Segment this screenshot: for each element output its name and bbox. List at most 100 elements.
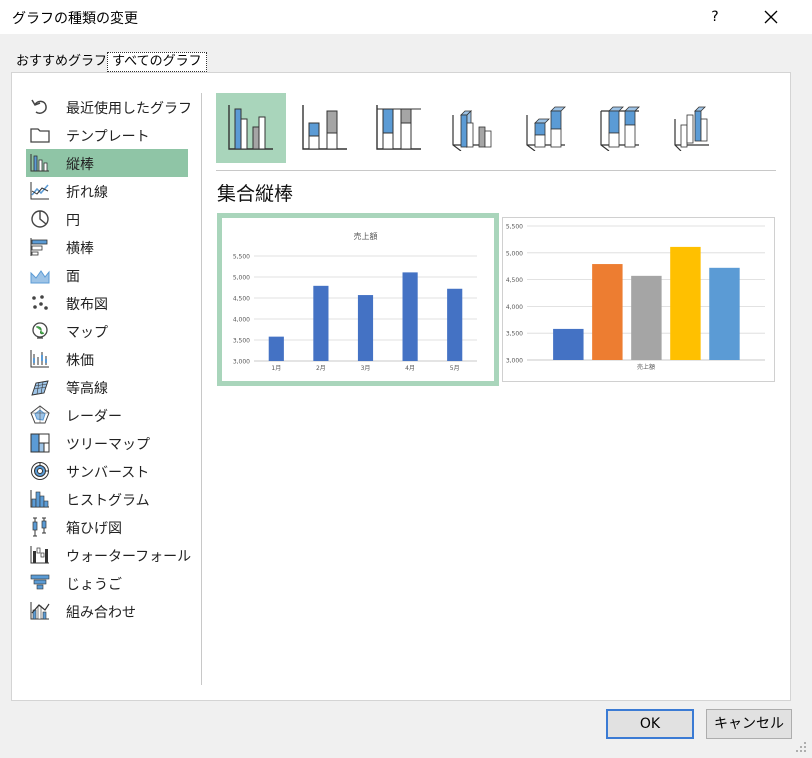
funnel-chart-icon xyxy=(30,574,50,590)
cancel-button[interactable]: キャンセル xyxy=(706,709,792,739)
sidebar-item-label: ウォーターフォール xyxy=(66,549,192,565)
sidebar-item-map[interactable]: マップ xyxy=(26,317,188,345)
subtype-3d-column[interactable] xyxy=(660,93,730,163)
subtype-stacked-column[interactable] xyxy=(290,93,360,163)
sidebar-item-label: 横棒 xyxy=(66,241,94,257)
chart-preview-by-series[interactable]: 3,000 3,500 4,000 4,500 5,000 5,500 売上額 xyxy=(502,217,775,382)
sidebar-item-histogram[interactable]: ヒストグラム xyxy=(26,485,188,513)
tab-all-charts[interactable]: すべてのグラフ xyxy=(107,52,207,72)
stacked-column-icon xyxy=(302,105,347,150)
bar xyxy=(592,264,623,360)
surface-chart-icon xyxy=(31,380,49,396)
chart-type-panel: 最近使用したグラフ テンプレート 縦棒 折れ線 円 横棒 面 散布図 マップ 株… xyxy=(11,72,791,701)
ok-button[interactable]: OK xyxy=(606,709,694,739)
bar xyxy=(670,246,701,360)
bar xyxy=(709,267,740,360)
subtype-3d-clustered-column[interactable] xyxy=(438,93,508,163)
dialog-title: グラフの種類の変更 xyxy=(12,11,138,27)
chart-preview-by-month[interactable]: 3,000 3,500 4,000 4,500 5,000 5,500 売上額 1月 2月 3月 4… xyxy=(217,213,499,386)
bar xyxy=(553,328,584,360)
sidebar-item-funnel[interactable]: じょうご xyxy=(26,569,188,597)
pie-chart-icon xyxy=(31,210,49,228)
sidebar-item-treemap[interactable]: ツリーマップ xyxy=(26,429,188,457)
sidebar-item-label: 組み合わせ xyxy=(66,605,136,621)
sidebar-item-label: ヒストグラム xyxy=(66,493,150,509)
histogram-chart-icon xyxy=(30,490,49,508)
sidebar-item-label: 折れ線 xyxy=(66,185,108,201)
subtype-clustered-column[interactable] xyxy=(216,93,286,163)
y-tick-label: 5,500 xyxy=(506,224,523,231)
sidebar-item-recent[interactable]: 最近使用したグラフ xyxy=(26,93,192,121)
sidebar-item-sunburst[interactable]: サンバースト xyxy=(26,457,188,485)
sidebar-item-waterfall[interactable]: ウォーターフォール xyxy=(26,541,192,569)
sunburst-chart-icon xyxy=(31,462,49,480)
sidebar-item-label: 面 xyxy=(66,269,80,285)
resize-grip-icon[interactable] xyxy=(794,740,808,754)
sidebar-item-label: 最近使用したグラフ xyxy=(66,101,192,117)
x-tick-label: 4月 xyxy=(405,365,415,372)
close-icon xyxy=(764,10,778,24)
subtype-stacked-100-column[interactable] xyxy=(364,93,434,163)
sidebar-item-label: 株価 xyxy=(66,353,94,369)
x-tick-label: 5月 xyxy=(450,365,460,372)
sidebar-item-label: 円 xyxy=(66,213,80,229)
y-tick-label: 3,000 xyxy=(506,358,523,365)
treemap-chart-icon xyxy=(30,433,50,453)
folder-icon xyxy=(30,128,50,143)
3d-column-icon xyxy=(674,106,709,151)
sidebar-item-label: サンバースト xyxy=(66,465,150,481)
chart-subtype-gallery xyxy=(216,93,776,163)
bar xyxy=(447,288,463,361)
sidebar-item-label: じょうご xyxy=(66,577,122,593)
title-bar: グラフの種類の変更 ? xyxy=(0,0,812,34)
sidebar-item-box-whisker[interactable]: 箱ひげ図 xyxy=(26,513,188,541)
bar xyxy=(268,336,284,361)
x-tick-label: 2月 xyxy=(316,365,326,372)
sidebar-item-bar[interactable]: 横棒 xyxy=(26,233,188,261)
bar xyxy=(402,272,418,361)
radar-chart-icon xyxy=(30,405,50,424)
sidebar-item-label: 等高線 xyxy=(66,381,108,397)
close-button[interactable] xyxy=(752,3,790,31)
x-tick-label: 売上額 xyxy=(637,363,655,371)
undo-icon xyxy=(31,99,47,114)
sidebar-item-scatter[interactable]: 散布図 xyxy=(26,289,188,317)
sidebar-item-area[interactable]: 面 xyxy=(26,261,188,289)
stock-chart-icon xyxy=(30,350,49,368)
sidebar-item-combo[interactable]: 組み合わせ xyxy=(26,597,188,625)
gallery-separator xyxy=(216,170,776,171)
sidebar-item-label: レーダー xyxy=(66,409,122,425)
sidebar-item-pie[interactable]: 円 xyxy=(26,205,188,233)
sidebar-item-line[interactable]: 折れ線 xyxy=(26,177,188,205)
chart-type-list: 最近使用したグラフ テンプレート 縦棒 折れ線 円 横棒 面 散布図 マップ 株… xyxy=(26,93,192,625)
help-button[interactable]: ? xyxy=(698,3,732,31)
sidebar-item-radar[interactable]: レーダー xyxy=(26,401,188,429)
waterfall-chart-icon xyxy=(30,546,49,564)
chart-title: 売上額 xyxy=(354,231,378,241)
sidebar-item-stock[interactable]: 株価 xyxy=(26,345,188,373)
y-tick-label: 5,000 xyxy=(506,250,523,257)
bar xyxy=(313,285,329,361)
sidebar-item-templates[interactable]: テンプレート xyxy=(26,121,188,149)
area-chart-icon xyxy=(30,270,50,284)
sidebar-item-label: テンプレート xyxy=(66,129,150,145)
y-tick-label: 4,500 xyxy=(233,296,250,303)
3d-clustered-column-icon xyxy=(452,110,492,151)
y-tick-label: 3,500 xyxy=(506,331,523,338)
sidebar-item-surface[interactable]: 等高線 xyxy=(26,373,188,401)
chart-subtype-heading: 集合縦棒 xyxy=(217,183,294,205)
preview-chart-1: 3,000 3,500 4,000 4,500 5,000 5,500 売上額 1月 2月 3月 4… xyxy=(233,231,477,372)
combo-chart-icon xyxy=(30,602,50,620)
y-tick-label: 4,500 xyxy=(506,277,523,284)
y-tick-label: 4,000 xyxy=(506,304,523,311)
tab-recommended-charts[interactable]: おすすめグラフ xyxy=(16,52,107,72)
bar xyxy=(631,275,662,360)
subtype-3d-stacked-100-column[interactable] xyxy=(586,93,656,163)
sidebar-item-label: マップ xyxy=(66,325,108,341)
y-tick-label: 5,500 xyxy=(233,254,250,261)
sidebar-item-column[interactable]: 縦棒 xyxy=(26,149,188,177)
subtype-3d-stacked-column[interactable] xyxy=(512,93,582,163)
y-tick-label: 3,000 xyxy=(233,359,250,366)
line-chart-icon xyxy=(30,182,49,200)
bar xyxy=(357,295,374,361)
